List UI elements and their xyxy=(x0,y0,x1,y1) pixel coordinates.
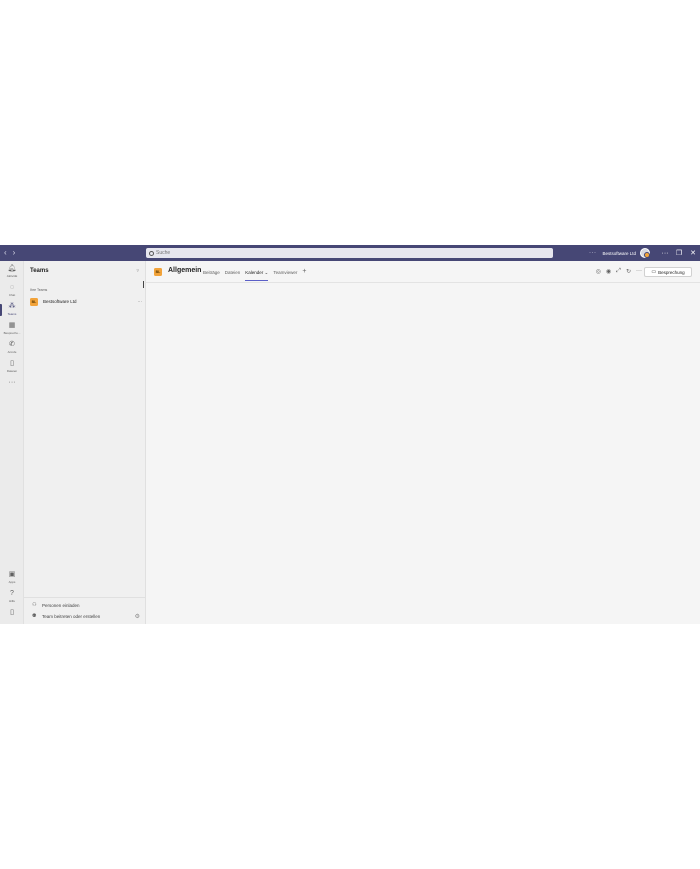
join-label: Team beitreten oder erstellen xyxy=(42,613,101,619)
rail-item-activity[interactable]: 🔔︎ Aktivität xyxy=(0,265,24,285)
rail-item-files[interactable]: ▯ Dateien xyxy=(0,360,24,380)
scrollbar[interactable] xyxy=(142,281,144,288)
rail-item-meetings[interactable]: ▦ Besprechu... xyxy=(0,322,24,342)
bell-icon: 🔔︎ xyxy=(7,265,17,272)
tab-posts[interactable]: Beiträge xyxy=(203,270,220,281)
more-options-icon[interactable]: ··· xyxy=(589,250,597,256)
calendar-content xyxy=(146,283,700,624)
meeting-label: Besprechung xyxy=(658,269,685,275)
channel-team-avatar: BL xyxy=(154,268,162,276)
rail-item-teams[interactable]: ⁂ Teams xyxy=(0,303,24,323)
list-item[interactable]: BL Bestsoftware Ltd ··· xyxy=(30,297,142,306)
add-tab-icon[interactable]: + xyxy=(302,268,306,281)
invite-label: Personen einladen xyxy=(42,602,80,608)
history-nav: ‹ › xyxy=(0,245,146,261)
more-options-icon[interactable]: ··· xyxy=(138,299,143,304)
team-avatar: BL xyxy=(30,297,38,306)
title-bar-right: ··· Bestsoftware Ltd ··· ❐ ✕ xyxy=(589,245,700,261)
search-input[interactable] xyxy=(156,250,536,256)
chat-icon: ◌ xyxy=(9,284,15,291)
calendar-icon: ▦ xyxy=(8,322,16,329)
info-icon[interactable]: ◉ xyxy=(606,268,611,275)
phone-icon: ✆ xyxy=(9,341,15,348)
refresh-icon[interactable]: ◎ xyxy=(596,268,601,275)
mobile-device-icon: ▯ xyxy=(10,609,14,616)
window-more-icon[interactable]: ··· xyxy=(658,250,672,257)
rail-item-label: Anrufe xyxy=(7,350,17,354)
rail-item-help[interactable]: ? Hilfe xyxy=(0,590,24,610)
rail-item-apps[interactable]: ▣ Apps xyxy=(0,571,24,591)
rail-item-calls[interactable]: ✆ Anrufe xyxy=(0,341,24,361)
search-icon xyxy=(149,250,154,256)
channel-main: BL Allgemein Beiträge Dateien Kalender ⌄… xyxy=(146,261,700,624)
page-title: Allgemein xyxy=(168,267,202,274)
rail-item-label: Besprechu... xyxy=(3,331,21,335)
pane-footer: ⚇ Personen einladen ⚉ Team beitreten ode… xyxy=(24,597,146,624)
team-name: Bestsoftware Ltd xyxy=(43,299,77,304)
back-arrow-icon[interactable]: ‹ xyxy=(4,245,7,261)
rail-item-label: Teams xyxy=(7,312,17,316)
teams-pane: Teams ▿ Ihre Teams BL Bestsoftware Ltd ·… xyxy=(24,261,146,624)
expand-icon[interactable]: ⤢ xyxy=(616,268,621,275)
file-icon: ▯ xyxy=(10,360,14,367)
help-icon: ? xyxy=(10,590,14,597)
video-camera-icon: ▭ xyxy=(651,269,657,275)
search-box[interactable] xyxy=(146,248,553,258)
tab-files[interactable]: Dateien xyxy=(225,270,241,281)
meeting-button[interactable]: ▭ Besprechung xyxy=(644,267,692,277)
reload-icon[interactable]: ↻ xyxy=(626,268,631,275)
channel-tabs: Beiträge Dateien Kalender ⌄ Teamviewer + xyxy=(203,268,306,281)
rail-item-label: Hilfe xyxy=(8,599,15,603)
tab-teamviewer[interactable]: Teamviewer xyxy=(273,270,297,281)
gear-icon[interactable]: ⚙ xyxy=(135,613,140,620)
channel-header: BL Allgemein Beiträge Dateien Kalender ⌄… xyxy=(146,261,700,283)
teams-window: ‹ › ··· Bestsoftware Ltd ··· ❐ ✕ 🔔︎ Akti… xyxy=(0,245,700,624)
invite-people-button[interactable]: ⚇ Personen einladen xyxy=(32,602,80,608)
apps-icon: ▣ xyxy=(8,571,16,578)
add-person-icon: ⚇ xyxy=(32,602,37,608)
rail-item-mobile[interactable]: ▯ xyxy=(0,609,24,624)
join-team-icon: ⚉ xyxy=(32,613,37,619)
filter-icon[interactable]: ▿ xyxy=(136,268,139,274)
join-create-team-button[interactable]: ⚉ Team beitreten oder erstellen xyxy=(32,613,100,619)
app-rail: 🔔︎ Aktivität ◌ Chat ⁂ Teams ▦ Besprechu.… xyxy=(0,261,24,624)
section-label: Ihre Teams xyxy=(30,288,48,292)
rail-item-label: Aktivität xyxy=(6,274,18,278)
pane-title: Teams xyxy=(30,268,49,274)
header-actions: ◎ ◉ ⤢ ↻ ··· xyxy=(596,268,642,275)
teams-icon: ⁂ xyxy=(8,303,16,310)
rail-item-label: Dateien xyxy=(6,369,18,373)
restore-window-icon[interactable]: ❐ xyxy=(672,249,686,257)
more-options-icon[interactable]: ··· xyxy=(636,268,642,275)
rail-item-chat[interactable]: ◌ Chat xyxy=(0,284,24,304)
rail-item-label: Apps xyxy=(8,580,16,584)
rail-item-label: Chat xyxy=(8,293,16,297)
close-window-icon[interactable]: ✕ xyxy=(686,249,700,257)
forward-arrow-icon[interactable]: › xyxy=(13,245,16,261)
more-apps-icon: ··· xyxy=(8,379,16,386)
avatar[interactable] xyxy=(640,248,650,258)
rail-more[interactable]: ··· xyxy=(0,379,24,399)
title-bar: ‹ › ··· Bestsoftware Ltd ··· ❐ ✕ xyxy=(0,245,700,261)
tab-calendar[interactable]: Kalender ⌄ xyxy=(245,270,269,281)
org-name[interactable]: Bestsoftware Ltd xyxy=(602,251,636,256)
